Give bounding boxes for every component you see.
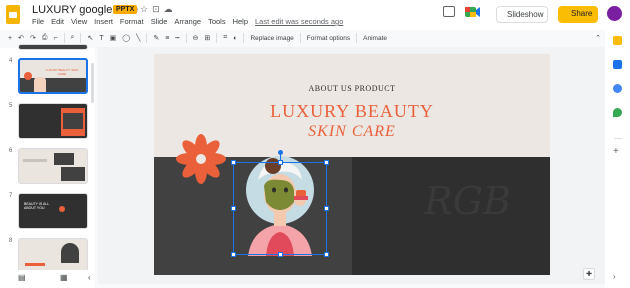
slide-kicker[interactable]: ABOUT US PRODUCT	[154, 84, 550, 93]
slide-thumbnail-5[interactable]	[18, 103, 88, 139]
expand-panel-icon[interactable]: ›	[613, 272, 616, 281]
paint-format-icon[interactable]: ⌐	[53, 35, 57, 42]
slide-number: 6	[9, 148, 13, 154]
list-view-icon[interactable]: ▦	[60, 273, 68, 282]
side-panel-bar: + ›	[605, 30, 630, 288]
slide-thumbnail-6[interactable]	[18, 148, 88, 184]
divider	[243, 33, 245, 43]
divider	[63, 33, 65, 43]
border-weight-icon[interactable]: ≡	[165, 35, 169, 42]
slide-thumbnail-8[interactable]	[18, 238, 88, 274]
add-on-plus-icon[interactable]: +	[613, 146, 619, 157]
slide-thumbnail-7[interactable]: BEAUTY IS ALL ABOUT YOU	[18, 193, 88, 229]
avatar[interactable]	[607, 6, 622, 21]
title-actions: ☆⊡☁	[140, 4, 177, 15]
slide-number: 4	[9, 58, 13, 64]
slide-thumbnail-partial[interactable]	[18, 44, 88, 50]
new-slide-icon[interactable]: +	[8, 35, 12, 42]
slide-number: 7	[9, 193, 13, 199]
slide-number: 5	[9, 103, 13, 109]
zoom-icon[interactable]: ⌕	[71, 34, 75, 42]
border-dash-icon[interactable]: ┅	[175, 34, 179, 42]
divider	[356, 33, 358, 43]
file-format-badge: PPTX	[113, 5, 138, 14]
slide-number: 8	[9, 238, 13, 244]
redo-icon[interactable]: ↷	[30, 34, 36, 42]
menu-file[interactable]: File	[32, 17, 44, 26]
divider	[80, 33, 82, 43]
slideshow-button[interactable]: Slideshow	[496, 6, 548, 23]
replace-image-button[interactable]: Replace image	[250, 35, 293, 42]
resize-handle[interactable]	[324, 206, 329, 211]
pen-icon[interactable]: ✎	[153, 34, 159, 42]
menu-insert[interactable]: Insert	[94, 17, 113, 26]
print-icon[interactable]: ⎙	[42, 34, 48, 42]
shape-icon[interactable]: ◯	[122, 34, 130, 42]
resize-handle[interactable]	[324, 160, 329, 165]
menu-arrange[interactable]: Arrange	[174, 17, 201, 26]
keep-icon[interactable]	[613, 36, 622, 45]
move-icon[interactable]: ⊡	[152, 4, 164, 14]
divider	[146, 33, 148, 43]
share-button[interactable]: Share	[558, 6, 598, 23]
resize-handle[interactable]	[231, 160, 236, 165]
chevron-up-icon[interactable]: ⌃	[595, 34, 601, 42]
star-icon[interactable]: ☆	[140, 4, 152, 14]
link-icon[interactable]: ⊖	[193, 34, 199, 42]
filmstrip-scrollbar[interactable]	[91, 63, 94, 103]
format-options-button[interactable]: Format options	[307, 35, 350, 42]
watermark-text: RGB	[424, 179, 511, 223]
resize-handle[interactable]	[278, 252, 283, 257]
flower-icon[interactable]	[176, 134, 226, 184]
menu-slide[interactable]: Slide	[151, 17, 168, 26]
menu-tools[interactable]: Tools	[208, 17, 226, 26]
menu-bar: File Edit View Insert Format Slide Arran…	[32, 17, 343, 26]
collapse-icon[interactable]: ‹	[88, 273, 91, 282]
grid-view-icon[interactable]: ▤	[18, 273, 26, 282]
textbox-icon[interactable]: T	[99, 35, 103, 42]
comment-add-icon[interactable]: ⊞	[204, 34, 210, 42]
image-icon[interactable]: ▣	[110, 34, 117, 42]
slides-logo-icon[interactable]	[6, 5, 20, 24]
rotation-handle[interactable]	[278, 150, 283, 155]
slide-title-line1[interactable]: LUXURY BEAUTY	[154, 101, 550, 122]
title-bar: LUXURY google slide PPTX ☆⊡☁ File Edit V…	[0, 0, 630, 30]
thumb-title: BEAUTY IS ALL ABOUT YOU	[24, 202, 50, 210]
resize-handle[interactable]	[231, 206, 236, 211]
slide-thumbnail-4[interactable]: LUXURY BEAUTY SKIN CARE	[18, 58, 88, 94]
thumb-title: LUXURY BEAUTY SKIN CARE	[45, 68, 79, 76]
contacts-icon[interactable]	[613, 84, 622, 93]
animate-button[interactable]: Animate	[363, 35, 387, 42]
slide[interactable]: RGB ABOUT US PRODUCT LUXURY BEAUTY SKIN …	[154, 54, 550, 275]
comments-icon[interactable]	[443, 6, 455, 17]
explore-icon[interactable]: ✚	[583, 268, 595, 280]
filmstrip-view-controls: ▤ ▦ ‹	[0, 270, 95, 288]
menu-help[interactable]: Help	[233, 17, 248, 26]
cloud-icon[interactable]: ☁	[164, 4, 177, 14]
menu-edit[interactable]: Edit	[51, 17, 64, 26]
last-edit-link[interactable]: Last edit was seconds ago	[255, 17, 343, 26]
resize-handle[interactable]	[324, 252, 329, 257]
resize-handle[interactable]	[231, 252, 236, 257]
menu-view[interactable]: View	[71, 17, 87, 26]
divider	[216, 33, 218, 43]
filmstrip: 4 LUXURY BEAUTY SKIN CARE 5 6 7 BEAUTY I…	[0, 44, 95, 288]
divider	[185, 33, 187, 43]
divider	[614, 138, 622, 139]
meet-icon[interactable]	[465, 6, 483, 18]
line-icon[interactable]: ╲	[136, 34, 140, 42]
maps-icon[interactable]	[613, 108, 622, 117]
tasks-icon[interactable]	[613, 60, 622, 69]
toolbar: + ↶ ↷ ⎙ ⌐ ⌕ ↖ T ▣ ◯ ╲ ✎ ≡ ┅ ⊖ ⊞ ⌗ ◐ Repl…	[0, 31, 605, 45]
mask-icon[interactable]: ◐	[233, 35, 237, 42]
menu-format[interactable]: Format	[120, 17, 144, 26]
resize-handle[interactable]	[278, 160, 283, 165]
undo-icon[interactable]: ↶	[18, 34, 24, 42]
divider	[299, 33, 301, 43]
select-icon[interactable]: ↖	[87, 34, 93, 42]
crop-icon[interactable]: ⌗	[223, 34, 227, 42]
selection-box[interactable]	[231, 150, 329, 257]
